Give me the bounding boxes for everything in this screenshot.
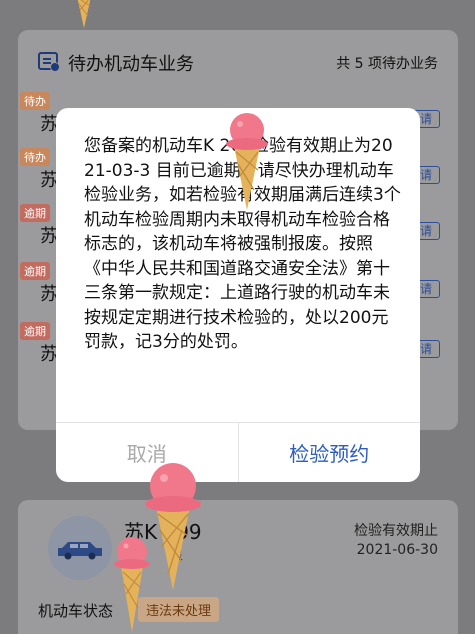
inspection-expiry-date: 2021-06-30 xyxy=(356,542,438,558)
inspection-booking-button[interactable]: 检验预约 xyxy=(239,423,421,482)
vehicle-card[interactable]: 苏K 999 星 检验有效期止 2021-06-30 机动车状态 违法未处理 xyxy=(18,500,458,634)
task-tag: 逾期 xyxy=(20,204,50,222)
car-icon xyxy=(58,542,102,560)
task-tag: 待办 xyxy=(20,148,50,166)
task-tag: 逾期 xyxy=(20,262,50,280)
task-tag: 待办 xyxy=(20,92,50,110)
task-tag: 逾期 xyxy=(20,322,50,340)
pending-tasks-title: 待办机动车业务 xyxy=(68,54,194,75)
inspection-expiry-label: 检验有效期止 xyxy=(354,523,438,539)
dialog-actions: 取消 检验预约 xyxy=(56,422,420,482)
document-icon xyxy=(38,52,60,72)
pending-tasks-count: 共 5 项待办业务 xyxy=(336,56,438,72)
ice-cream-icon xyxy=(114,537,150,632)
vehicle-status-label: 机动车状态 xyxy=(38,602,114,620)
ice-cream-icon xyxy=(226,113,268,210)
ice-cream-icon xyxy=(77,0,91,28)
pending-tasks-header: 待办机动车业务 共 5 项待办业务 xyxy=(38,50,438,75)
